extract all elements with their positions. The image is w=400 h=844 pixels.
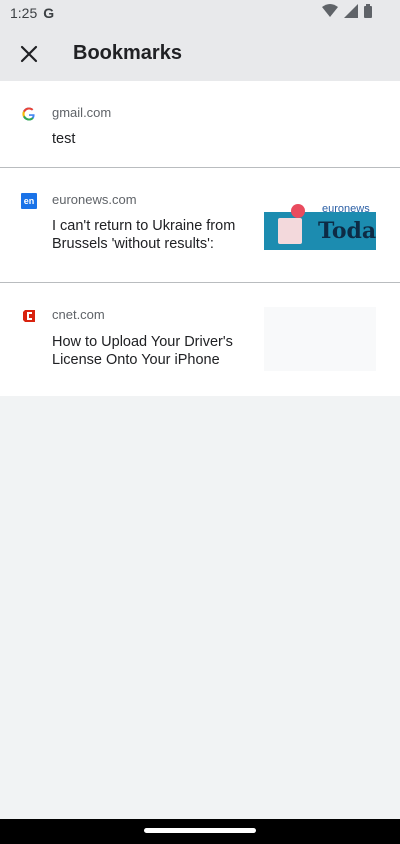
bookmark-thumbnail — [264, 307, 376, 371]
app-bar: Bookmarks — [0, 26, 400, 81]
close-icon — [20, 45, 38, 63]
status-bar: 1:25 G — [0, 0, 400, 26]
thumbnail-card — [278, 218, 302, 244]
page-title: Bookmarks — [73, 42, 182, 64]
home-handle[interactable] — [144, 828, 256, 833]
signal-icon — [344, 4, 358, 18]
bookmark-domain: gmail.com — [52, 105, 112, 120]
wifi-icon — [322, 4, 338, 17]
thumbnail-big-text: Toda — [318, 218, 376, 244]
bookmark-domain: cnet.com — [52, 307, 105, 322]
status-time: 1:25 — [10, 5, 38, 21]
euronews-favicon-text: en — [23, 196, 35, 206]
google-status-icon: G — [43, 5, 55, 21]
bookmark-list: gmail.com test en euronews.com I can't r… — [0, 81, 400, 396]
bookmark-domain: euronews.com — [52, 192, 137, 207]
bookmark-item[interactable]: cnet.com How to Upload Your Driver's Lic… — [0, 283, 400, 396]
bookmark-title: I can't return to Ukraine from Brussels … — [52, 218, 236, 252]
google-icon — [21, 106, 37, 122]
bookmark-title: test — [52, 131, 76, 147]
bookmark-thumbnail: euronews Toda — [264, 202, 376, 266]
bookmark-item[interactable]: en euronews.com I can't return to Ukrain… — [0, 168, 400, 283]
system-nav-bar — [0, 819, 400, 844]
bookmark-item[interactable]: gmail.com test — [0, 81, 400, 168]
thumbnail-clock — [291, 204, 305, 218]
battery-icon — [364, 4, 372, 18]
euronews-icon: en — [21, 193, 37, 209]
status-icons — [322, 4, 372, 18]
bookmark-title: How to Upload Your Driver's License Onto… — [52, 334, 233, 368]
thumbnail-brand: euronews — [322, 203, 370, 215]
cnet-icon — [21, 308, 37, 324]
close-button[interactable] — [14, 39, 44, 69]
